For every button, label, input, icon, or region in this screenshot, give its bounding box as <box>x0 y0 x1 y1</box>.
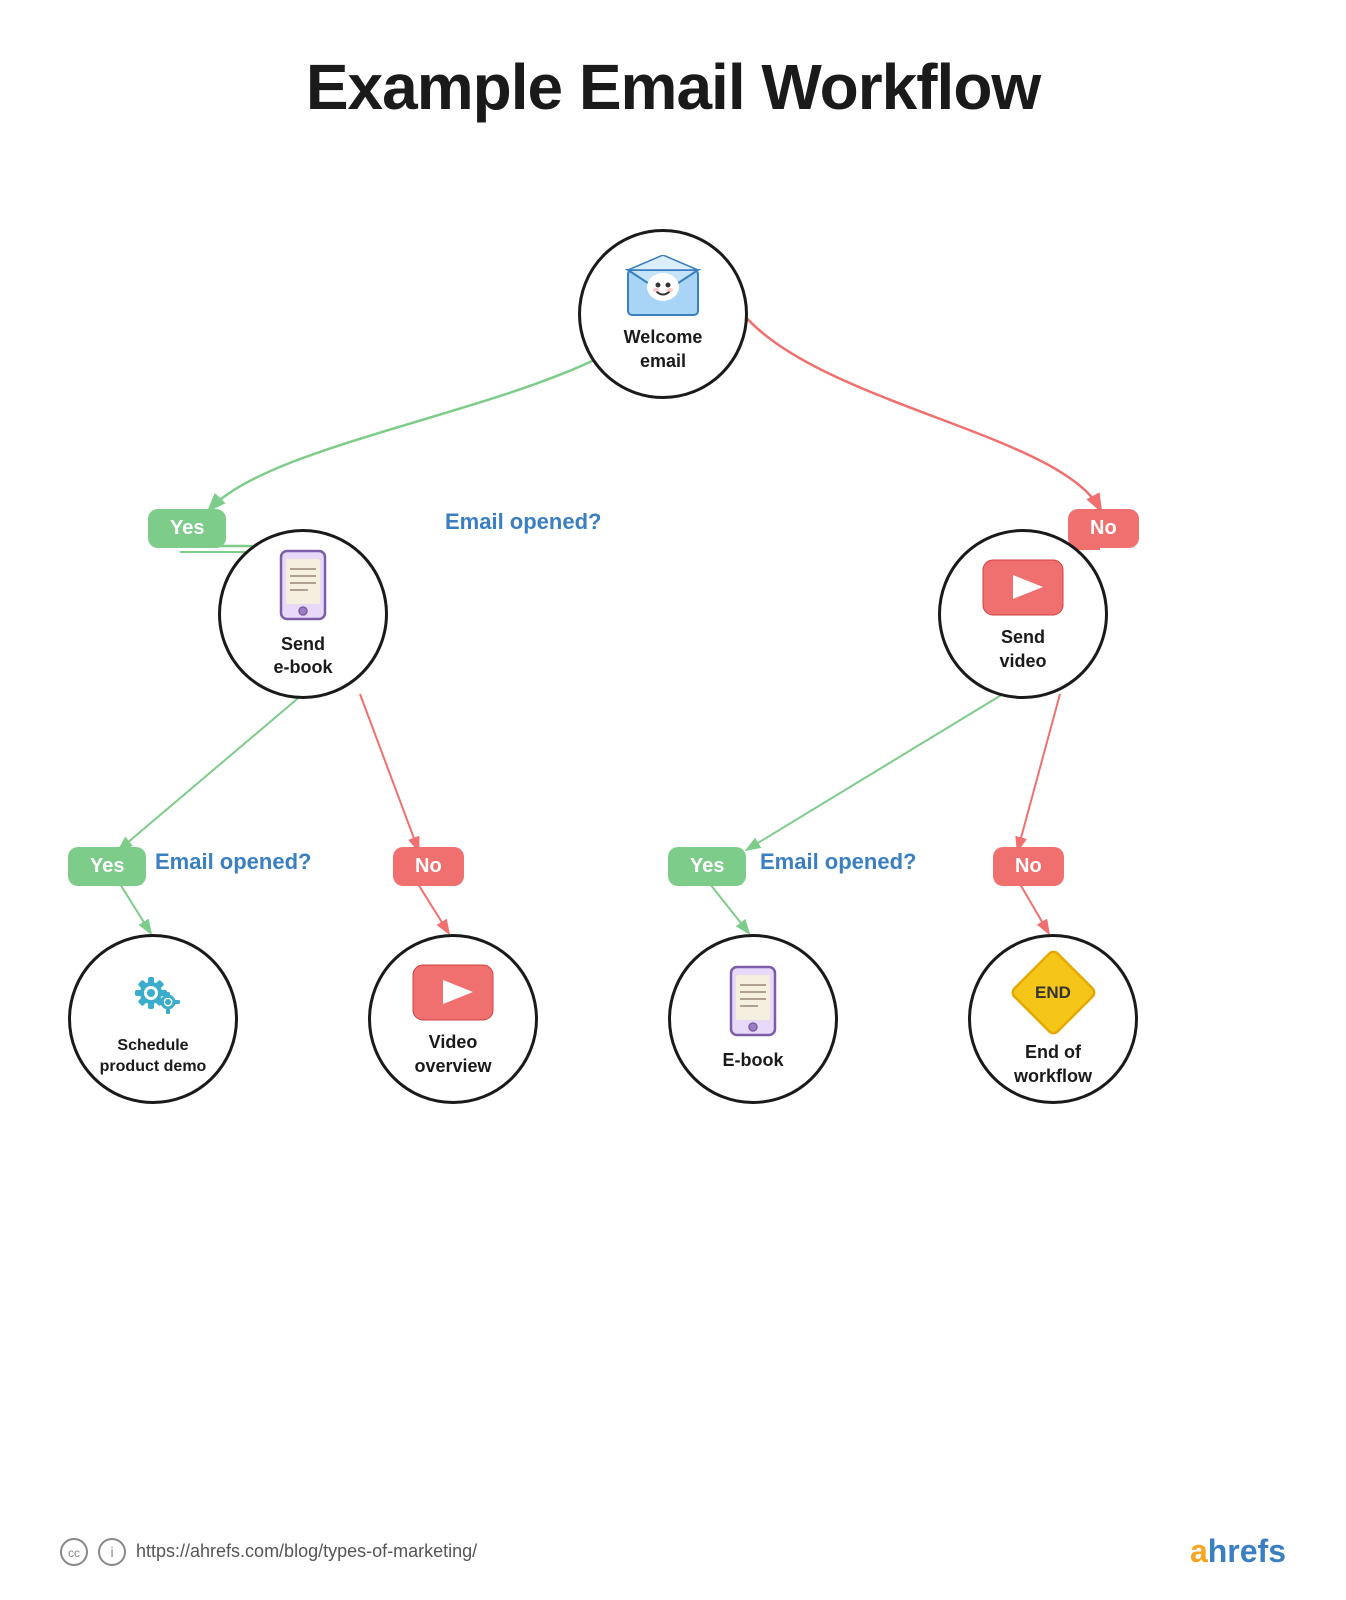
end-workflow-label: End of workflow <box>1014 1041 1092 1088</box>
footer-left: cc i https://ahrefs.com/blog/types-of-ma… <box>60 1538 477 1566</box>
ahrefs-brand: ahrefs <box>1190 1533 1286 1570</box>
video-overview-label: Video overview <box>414 1031 491 1078</box>
yes-badge-1: Yes <box>148 509 226 548</box>
gears-icon <box>113 960 193 1030</box>
no-badge-1: No <box>1068 509 1139 548</box>
footer-url: https://ahrefs.com/blog/types-of-marketi… <box>136 1541 477 1562</box>
send-video-node: Send video <box>938 529 1108 699</box>
footer: cc i https://ahrefs.com/blog/types-of-ma… <box>0 1533 1346 1570</box>
schedule-demo-label: Schedule product demo <box>100 1036 207 1078</box>
ebook-node: E-book <box>668 934 838 1104</box>
diagram-container: Welcome email Email opened? Yes No Send … <box>0 154 1346 1574</box>
ebook-icon-2 <box>723 965 783 1043</box>
welcome-email-icon <box>623 255 703 320</box>
video-icon-2 <box>408 960 498 1025</box>
welcome-email-label: Welcome email <box>624 326 703 373</box>
welcome-email-node: Welcome email <box>578 229 748 399</box>
send-ebook-node: Send e-book <box>218 529 388 699</box>
svg-text:cc: cc <box>68 1546 80 1560</box>
ebook-icon <box>273 549 333 627</box>
video-overview-node: Video overview <box>368 934 538 1104</box>
ebook-label: E-book <box>723 1049 784 1072</box>
cc-icon: cc <box>60 1538 88 1566</box>
svg-text:i: i <box>110 1544 113 1560</box>
schedule-demo-node: Schedule product demo <box>68 934 238 1104</box>
yes-badge-3: Yes <box>668 847 746 886</box>
question-3: Email opened? <box>760 849 916 875</box>
no-badge-3: No <box>993 847 1064 886</box>
yes-badge-2: Yes <box>68 847 146 886</box>
no-badge-2: No <box>393 847 464 886</box>
send-video-label: Send video <box>999 626 1046 673</box>
end-sign-icon: END <box>1011 950 1096 1035</box>
info-icon: i <box>98 1538 126 1566</box>
end-workflow-node: END End of workflow <box>968 934 1138 1104</box>
svg-text:END: END <box>1035 983 1071 1002</box>
send-ebook-label: Send e-book <box>273 633 332 680</box>
question-1: Email opened? <box>445 509 601 535</box>
video-icon-1 <box>978 555 1068 620</box>
question-2: Email opened? <box>155 849 311 875</box>
page-title: Example Email Workflow <box>0 0 1346 154</box>
